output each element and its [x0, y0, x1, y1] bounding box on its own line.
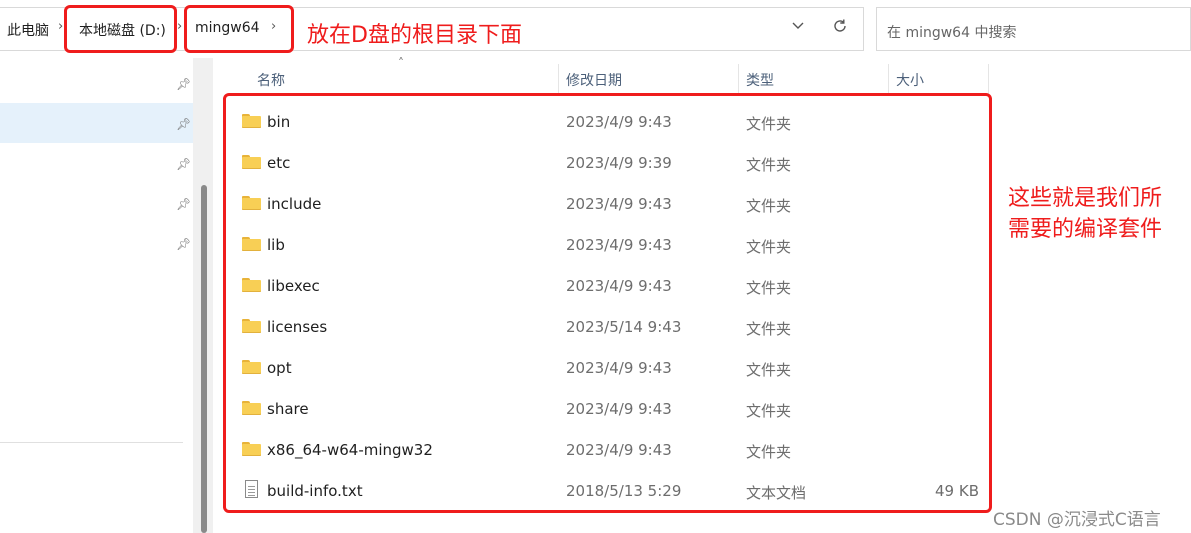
nav-item[interactable]: 📌︎	[0, 223, 193, 263]
column-divider[interactable]	[738, 64, 739, 94]
watermark: CSDN @沉浸式C语言	[993, 510, 1161, 530]
breadcrumb-this-pc[interactable]: 此电脑	[7, 20, 49, 40]
column-header-name[interactable]: 名称	[257, 70, 285, 90]
column-header-type[interactable]: 类型	[746, 70, 774, 90]
column-divider[interactable]	[888, 64, 889, 94]
highlight-box-files	[223, 93, 992, 513]
pin-icon: 📌︎	[176, 237, 192, 251]
highlight-box-mingw64	[184, 5, 294, 53]
column-divider[interactable]	[558, 64, 559, 94]
column-header-size[interactable]: 大小	[896, 70, 924, 90]
column-divider[interactable]	[988, 64, 989, 94]
refresh-icon[interactable]	[831, 17, 849, 39]
pin-icon: 📌︎	[176, 117, 192, 131]
column-header-modified[interactable]: 修改日期	[566, 70, 622, 90]
search-input[interactable]: 在 mingw64 中搜索	[876, 7, 1191, 51]
sort-ascending-icon: ˄	[398, 56, 404, 70]
search-placeholder: 在 mingw64 中搜索	[887, 25, 1017, 41]
files-annotation: 这些就是我们所需要的编译套件	[1008, 186, 1163, 242]
navigation-pane: 📌︎ 📌︎ 📌︎ 📌︎ 📌︎	[0, 58, 193, 533]
highlight-box-drive	[64, 5, 177, 53]
nav-item[interactable]: 📌︎	[0, 63, 193, 103]
chevron-down-icon[interactable]	[790, 18, 806, 38]
nav-item-selected[interactable]: 📌︎	[0, 103, 193, 143]
pin-icon: 📌︎	[176, 157, 192, 171]
breadcrumb-separator[interactable]: ›	[58, 19, 63, 34]
pin-icon: 📌︎	[176, 197, 192, 211]
address-bar: 此电脑 › 本地磁盘 (D:) › mingw64 › 放在D盘的根目录下面	[0, 0, 864, 58]
pin-icon: 📌︎	[176, 77, 192, 91]
path-annotation: 放在D盘的根目录下面	[307, 23, 522, 48]
breadcrumb-separator[interactable]: ›	[177, 19, 182, 34]
nav-scrollbar-thumb[interactable]	[201, 185, 207, 533]
nav-item[interactable]: 📌︎	[0, 183, 193, 223]
nav-divider	[0, 442, 183, 443]
nav-item[interactable]: 📌︎	[0, 143, 193, 183]
